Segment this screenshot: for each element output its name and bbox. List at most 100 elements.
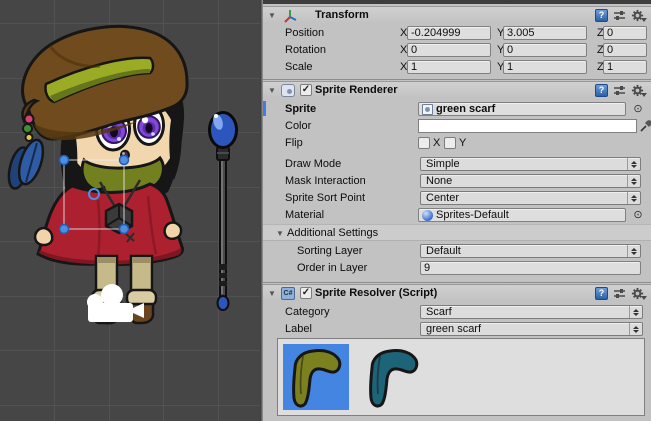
sprite-sort-point-row: Sprite Sort Point Center (263, 190, 651, 206)
order-in-layer-row: Order in Layer 9 (263, 260, 651, 276)
scarf-thumbnail-green[interactable] (283, 344, 349, 410)
dropdown-arrow-icon (627, 158, 640, 170)
dropdown-arrow-icon (629, 323, 642, 335)
rotation-y-field[interactable]: 0 (503, 43, 587, 57)
material-object-field[interactable]: Sprites-Default (418, 208, 626, 222)
draw-mode-dropdown[interactable]: Simple (420, 157, 641, 171)
feather (5, 137, 47, 191)
category-row: Category Scarf (263, 304, 651, 320)
help-icon[interactable]: ? (595, 84, 608, 97)
presets-icon[interactable] (613, 9, 626, 22)
rotation-row: Rotation X 0 Y 0 Z 0 (263, 42, 651, 58)
label-label: Label (285, 321, 312, 337)
dropdown-arrow-icon (629, 306, 642, 318)
dropdown-arrow-icon (627, 192, 640, 204)
transform-title: Transform (315, 7, 369, 24)
order-in-layer-field[interactable]: 9 (420, 261, 641, 275)
material-label: Material (285, 207, 324, 223)
sprite-renderer-title: Sprite Renderer (315, 82, 398, 99)
order-in-layer-label: Order in Layer (297, 260, 367, 276)
sprite-renderer-header[interactable]: ▼ ✓ Sprite Renderer ? (263, 81, 651, 98)
foldout-icon[interactable]: ▼ (267, 285, 277, 302)
foldout-icon[interactable]: ▼ (275, 225, 285, 242)
rotation-z-field[interactable]: 0 (603, 43, 647, 57)
scale-z-field[interactable]: 1 (603, 60, 647, 74)
label-row: Label green scarf (263, 321, 651, 337)
mask-interaction-row: Mask Interaction None (263, 173, 651, 189)
sprite-resolver-title: Sprite Resolver (Script) (315, 285, 437, 302)
presets-icon[interactable] (613, 287, 626, 300)
scarf-thumbnail-teal[interactable] (360, 344, 426, 410)
scale-x-field[interactable]: 1 (407, 60, 491, 74)
draw-mode-row: Draw Mode Simple (263, 156, 651, 172)
selection-handle[interactable] (120, 225, 129, 234)
unity-editor: { "icons": { "foldout": "▼", "checkmark"… (0, 0, 651, 421)
category-dropdown[interactable]: Scarf (420, 305, 643, 319)
gear-menu-icon[interactable] (631, 287, 646, 300)
help-icon[interactable]: ? (595, 9, 608, 22)
foldout-icon[interactable]: ▼ (267, 82, 277, 99)
flip-y-label: Y (459, 135, 466, 151)
rotation-x-field[interactable]: 0 (407, 43, 491, 57)
mask-interaction-value: None (426, 175, 452, 187)
category-label: Category (285, 304, 330, 320)
prefab-override-bar (263, 101, 266, 116)
sorting-layer-dropdown[interactable]: Default (420, 244, 641, 258)
staff-sprite[interactable] (210, 113, 237, 311)
scale-y-field[interactable]: 1 (503, 60, 587, 74)
component-enabled-checkbox[interactable]: ✓ (300, 287, 312, 299)
draw-mode-value: Simple (426, 158, 460, 170)
object-picker-icon[interactable]: ⊙ (632, 103, 644, 115)
csharp-script-icon: C# (281, 287, 295, 300)
inspector-top-edge (263, 0, 651, 4)
sprite-value: green scarf (436, 103, 495, 115)
position-row: Position X -0.204999 Y 3.005 Z 0 (263, 25, 651, 41)
presets-icon[interactable] (613, 84, 626, 97)
sprite-resolver-header[interactable]: ▼ C# ✓ Sprite Resolver (Script) ? (263, 284, 651, 301)
hat-beads (23, 115, 34, 142)
eyedropper-icon[interactable] (639, 119, 651, 133)
color-label: Color (285, 118, 311, 134)
gear-menu-icon[interactable] (631, 84, 646, 97)
flip-y-checkbox[interactable] (444, 137, 456, 149)
sprite-object-field[interactable]: green scarf (418, 102, 626, 116)
gear-menu-icon[interactable] (631, 9, 646, 22)
selection-handle[interactable] (120, 156, 129, 165)
character-sprite[interactable] (5, 26, 187, 323)
mask-interaction-dropdown[interactable]: None (420, 174, 641, 188)
flip-row: Flip X Y (263, 135, 651, 151)
scale-label: Scale (285, 59, 313, 75)
selection-handle[interactable] (60, 156, 69, 165)
position-y-field[interactable]: 3.005 (503, 26, 587, 40)
material-sphere-icon (422, 210, 433, 221)
component-enabled-checkbox[interactable]: ✓ (300, 84, 312, 96)
transform-header[interactable]: ▼ Transform ? (263, 6, 651, 23)
inspector-panel: ▼ Transform ? (263, 0, 651, 421)
scene-view[interactable] (0, 0, 262, 421)
position-z-field[interactable]: 0 (603, 26, 647, 40)
sprite-asset-icon (422, 104, 433, 115)
flip-x-checkbox[interactable] (418, 137, 430, 149)
sorting-layer-row: Sorting Layer Default (263, 243, 651, 259)
sorting-layer-value: Default (426, 245, 461, 257)
position-x-field[interactable]: -0.204999 (407, 26, 491, 40)
dropdown-arrow-icon (627, 175, 640, 187)
material-row: Material Sprites-Default ⊙ (263, 207, 651, 223)
sprite-renderer-icon (281, 84, 295, 97)
label-dropdown[interactable]: green scarf (420, 322, 643, 336)
color-swatch[interactable] (418, 119, 637, 133)
material-value: Sprites-Default (436, 209, 509, 221)
color-row: Color (263, 118, 651, 134)
selection-handle[interactable] (60, 225, 69, 234)
scene-canvas (0, 0, 262, 421)
foldout-icon[interactable]: ▼ (267, 7, 277, 24)
category-value: Scarf (426, 306, 452, 318)
sprite-selector-panel (277, 338, 645, 416)
dropdown-arrow-icon (627, 245, 640, 257)
additional-settings-foldout[interactable]: ▼ Additional Settings (263, 224, 651, 241)
sprite-sort-point-value: Center (426, 192, 459, 204)
help-icon[interactable]: ? (595, 287, 608, 300)
rotation-label: Rotation (285, 42, 326, 58)
sprite-sort-point-dropdown[interactable]: Center (420, 191, 641, 205)
object-picker-icon[interactable]: ⊙ (632, 209, 644, 221)
